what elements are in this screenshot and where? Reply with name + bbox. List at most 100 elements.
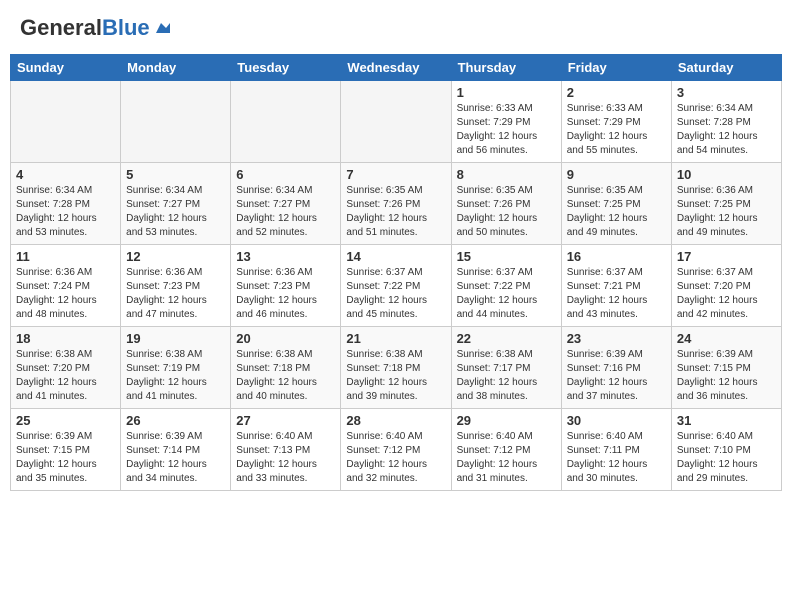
day-info: Sunrise: 6:37 AM Sunset: 7:22 PM Dayligh… (457, 266, 556, 322)
calendar-cell: 22Sunrise: 6:38 AM Sunset: 7:17 PM Dayli… (451, 327, 561, 409)
sunset: Sunset: 7:19 PM (126, 363, 200, 374)
calendar-cell: 18Sunrise: 6:38 AM Sunset: 7:20 PM Dayli… (11, 327, 121, 409)
day-number: 28 (346, 413, 445, 428)
day-number: 8 (457, 167, 556, 182)
sunset: Sunset: 7:17 PM (457, 363, 531, 374)
day-number: 4 (16, 167, 115, 182)
day-number: 2 (567, 85, 666, 100)
day-info: Sunrise: 6:34 AM Sunset: 7:28 PM Dayligh… (677, 102, 776, 158)
day-info: Sunrise: 6:33 AM Sunset: 7:29 PM Dayligh… (457, 102, 556, 158)
sunrise: Sunrise: 6:38 AM (16, 349, 92, 360)
week-row-1: 1Sunrise: 6:33 AM Sunset: 7:29 PM Daylig… (11, 81, 782, 163)
daylight: Daylight: 12 hours and 49 minutes. (677, 213, 758, 238)
day-number: 6 (236, 167, 335, 182)
sunrise: Sunrise: 6:36 AM (677, 185, 753, 196)
day-number: 21 (346, 331, 445, 346)
column-header-friday: Friday (561, 55, 671, 81)
daylight: Daylight: 12 hours and 41 minutes. (126, 377, 207, 402)
day-info: Sunrise: 6:40 AM Sunset: 7:10 PM Dayligh… (677, 430, 776, 486)
daylight: Daylight: 12 hours and 43 minutes. (567, 295, 648, 320)
daylight: Daylight: 12 hours and 54 minutes. (677, 131, 758, 156)
calendar-cell: 19 Sunrise: 6:38 AM Sunset: 7:19 PM Dayli… (121, 327, 231, 409)
day-number: 12 (126, 249, 225, 264)
daylight: Daylight: 12 hours and 53 minutes. (126, 213, 207, 238)
day-info: Sunrise: 6:34 AM Sunset: 7:27 PM Dayligh… (236, 184, 335, 240)
daylight: Daylight: 12 hours and 31 minutes. (457, 459, 538, 484)
sunrise: Sunrise: 6:38 AM (126, 349, 202, 360)
day-info: Sunrise: 6:39 AM Sunset: 7:15 PM Dayligh… (16, 430, 115, 486)
sunset: Sunset: 7:16 PM (567, 363, 641, 374)
calendar-cell: 13Sunrise: 6:36 AM Sunset: 7:23 PM Dayli… (231, 245, 341, 327)
daylight: Daylight: 12 hours and 35 minutes. (16, 459, 97, 484)
calendar-table: SundayMondayTuesdayWednesdayThursdayFrid… (10, 54, 782, 491)
day-info: Sunrise: 6:36 AM Sunset: 7:25 PM Dayligh… (677, 184, 776, 240)
sunrise: Sunrise: 6:39 AM (16, 431, 92, 442)
sunrise: Sunrise: 6:34 AM (677, 103, 753, 114)
daylight: Daylight: 12 hours and 48 minutes. (16, 295, 97, 320)
daylight: Daylight: 12 hours and 53 minutes. (16, 213, 97, 238)
sunset: Sunset: 7:27 PM (126, 199, 200, 210)
calendar-cell: 12 Sunrise: 6:36 AM Sunset: 7:23 PM Dayli… (121, 245, 231, 327)
calendar-cell: 6 Sunrise: 6:34 AM Sunset: 7:27 PM Daylig… (231, 163, 341, 245)
daylight: Daylight: 12 hours and 38 minutes. (457, 377, 538, 402)
sunset: Sunset: 7:12 PM (346, 445, 420, 456)
calendar-cell: 23Sunrise: 6:39 AM Sunset: 7:16 PM Dayli… (561, 327, 671, 409)
sunrise: Sunrise: 6:40 AM (346, 431, 422, 442)
day-info: Sunrise: 6:34 AM Sunset: 7:28 PM Dayligh… (16, 184, 115, 240)
calendar-cell: 1Sunrise: 6:33 AM Sunset: 7:29 PM Daylig… (451, 81, 561, 163)
day-number: 19 (126, 331, 225, 346)
day-info: Sunrise: 6:35 AM Sunset: 7:25 PM Dayligh… (567, 184, 666, 240)
calendar-cell: 31Sunrise: 6:40 AM Sunset: 7:10 PM Dayli… (671, 409, 781, 491)
sunrise: Sunrise: 6:33 AM (457, 103, 533, 114)
day-info: Sunrise: 6:34 AM Sunset: 7:27 PM Dayligh… (126, 184, 225, 240)
sunrise: Sunrise: 6:38 AM (346, 349, 422, 360)
column-header-sunday: Sunday (11, 55, 121, 81)
daylight: Daylight: 12 hours and 46 minutes. (236, 295, 317, 320)
sunrise: Sunrise: 6:38 AM (457, 349, 533, 360)
calendar-header-row: SundayMondayTuesdayWednesdayThursdayFrid… (11, 55, 782, 81)
sunset: Sunset: 7:28 PM (16, 199, 90, 210)
day-info: Sunrise: 6:37 AM Sunset: 7:22 PM Dayligh… (346, 266, 445, 322)
calendar-cell (121, 81, 231, 163)
sunset: Sunset: 7:22 PM (346, 281, 420, 292)
week-row-2: 4 Sunrise: 6:34 AM Sunset: 7:28 PM Daylig… (11, 163, 782, 245)
day-info: Sunrise: 6:37 AM Sunset: 7:21 PM Dayligh… (567, 266, 666, 322)
calendar-cell: 11Sunrise: 6:36 AM Sunset: 7:24 PM Dayli… (11, 245, 121, 327)
calendar-cell: 7Sunrise: 6:35 AM Sunset: 7:26 PM Daylig… (341, 163, 451, 245)
week-row-4: 18Sunrise: 6:38 AM Sunset: 7:20 PM Dayli… (11, 327, 782, 409)
day-info: Sunrise: 6:36 AM Sunset: 7:23 PM Dayligh… (126, 266, 225, 322)
day-info: Sunrise: 6:33 AM Sunset: 7:29 PM Dayligh… (567, 102, 666, 158)
day-info: Sunrise: 6:38 AM Sunset: 7:19 PM Dayligh… (126, 348, 225, 404)
calendar-cell: 3Sunrise: 6:34 AM Sunset: 7:28 PM Daylig… (671, 81, 781, 163)
day-number: 9 (567, 167, 666, 182)
day-number: 16 (567, 249, 666, 264)
column-header-wednesday: Wednesday (341, 55, 451, 81)
column-header-thursday: Thursday (451, 55, 561, 81)
sunset: Sunset: 7:22 PM (457, 281, 531, 292)
day-info: Sunrise: 6:40 AM Sunset: 7:12 PM Dayligh… (457, 430, 556, 486)
daylight: Daylight: 12 hours and 51 minutes. (346, 213, 427, 238)
day-number: 29 (457, 413, 556, 428)
day-info: Sunrise: 6:40 AM Sunset: 7:13 PM Dayligh… (236, 430, 335, 486)
calendar-cell: 24Sunrise: 6:39 AM Sunset: 7:15 PM Dayli… (671, 327, 781, 409)
calendar-cell: 16 Sunrise: 6:37 AM Sunset: 7:21 PM Dayli… (561, 245, 671, 327)
sunrise: Sunrise: 6:35 AM (457, 185, 533, 196)
day-number: 27 (236, 413, 335, 428)
sunset: Sunset: 7:12 PM (457, 445, 531, 456)
day-info: Sunrise: 6:40 AM Sunset: 7:11 PM Dayligh… (567, 430, 666, 486)
daylight: Daylight: 12 hours and 45 minutes. (346, 295, 427, 320)
calendar-cell (11, 81, 121, 163)
day-number: 30 (567, 413, 666, 428)
calendar-cell: 4 Sunrise: 6:34 AM Sunset: 7:28 PM Daylig… (11, 163, 121, 245)
daylight: Daylight: 12 hours and 34 minutes. (126, 459, 207, 484)
sunrise: Sunrise: 6:37 AM (346, 267, 422, 278)
sunset: Sunset: 7:13 PM (236, 445, 310, 456)
day-info: Sunrise: 6:39 AM Sunset: 7:16 PM Dayligh… (567, 348, 666, 404)
sunset: Sunset: 7:26 PM (457, 199, 531, 210)
daylight: Daylight: 12 hours and 50 minutes. (457, 213, 538, 238)
logo-icon (152, 19, 170, 37)
sunrise: Sunrise: 6:39 AM (677, 349, 753, 360)
daylight: Daylight: 12 hours and 30 minutes. (567, 459, 648, 484)
sunset: Sunset: 7:28 PM (677, 117, 751, 128)
calendar-cell: 21Sunrise: 6:38 AM Sunset: 7:18 PM Dayli… (341, 327, 451, 409)
